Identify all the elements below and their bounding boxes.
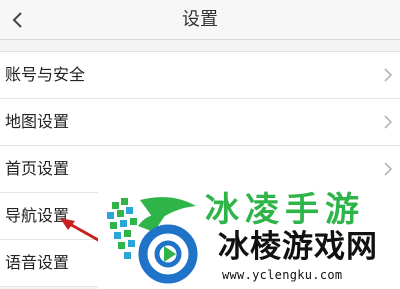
settings-item-account-security[interactable]: 账号与安全 bbox=[0, 52, 400, 99]
chevron-right-icon bbox=[384, 68, 393, 82]
chevron-right-icon bbox=[384, 115, 393, 129]
settings-item-homepage[interactable]: 首页设置 bbox=[0, 146, 400, 193]
settings-item-label: 地图设置 bbox=[5, 112, 70, 131]
chevron-right-icon bbox=[384, 162, 393, 176]
watermark-url: www.yclengku.com bbox=[222, 268, 343, 282]
settings-item-map[interactable]: 地图设置 bbox=[0, 99, 400, 146]
watermark-site-name: 冰棱游戏网 bbox=[218, 229, 378, 265]
settings-item-label: 账号与安全 bbox=[5, 65, 86, 84]
settings-item-label: 首页设置 bbox=[5, 159, 70, 178]
page-title: 设置 bbox=[182, 9, 218, 30]
settings-item-label: 语音设置 bbox=[5, 253, 70, 272]
watermark-top-text: 冰凌手游 bbox=[205, 190, 365, 230]
watermark-logo-icon bbox=[107, 197, 198, 284]
top-navbar: 设置 bbox=[0, 0, 400, 40]
